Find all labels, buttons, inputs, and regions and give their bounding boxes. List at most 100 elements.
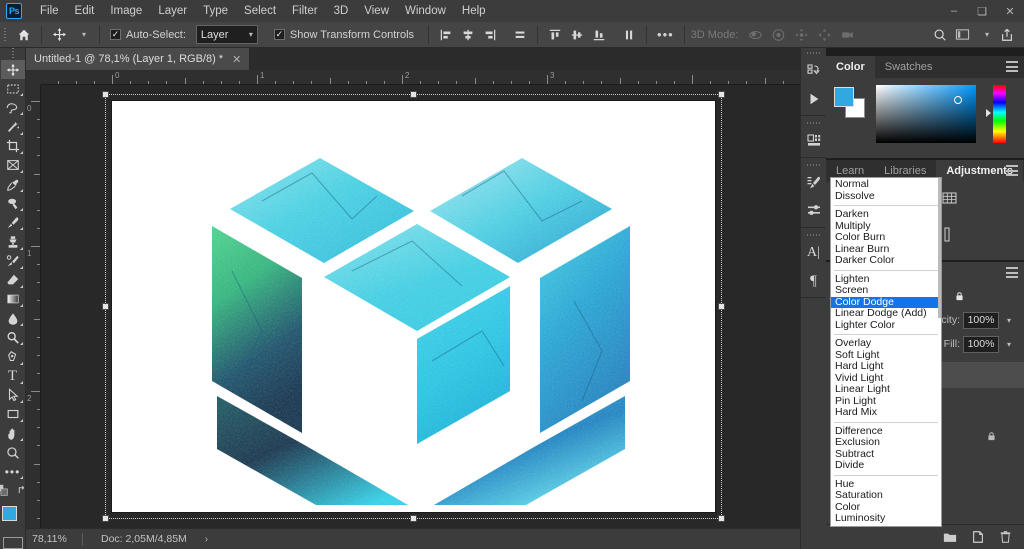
new-group-icon[interactable] <box>943 531 957 544</box>
menu-item-layer[interactable]: Layer <box>150 0 195 22</box>
brush-settings-panel-icon[interactable] <box>801 169 827 197</box>
align-vertical-centers-icon[interactable] <box>566 24 588 46</box>
show-transform-controls-checkbox[interactable]: ✓ Show Transform Controls <box>270 24 418 46</box>
blend-mode-item-screen[interactable]: Screen <box>831 284 941 297</box>
transform-handle-tc[interactable] <box>410 91 417 98</box>
hue-slider[interactable] <box>986 85 1006 143</box>
artboard[interactable] <box>112 101 715 512</box>
sidebar-item-dodge-tool[interactable] <box>1 328 25 347</box>
align-left-edges-icon[interactable] <box>435 24 457 46</box>
menu-item-filter[interactable]: Filter <box>284 0 326 22</box>
adjustment-grid-icon[interactable] <box>942 190 1024 209</box>
blend-mode-item-color-burn[interactable]: Color Burn <box>831 231 941 244</box>
color-field[interactable] <box>876 85 976 143</box>
sidebar-item-zoom-tool[interactable] <box>1 443 25 462</box>
sidebar-item-healing-brush-tool[interactable] <box>1 194 25 213</box>
menu-item-image[interactable]: Image <box>102 0 150 22</box>
move-tool-icon[interactable] <box>48 24 71 46</box>
search-icon[interactable] <box>929 24 951 46</box>
sidebar-item-marquee-tool[interactable] <box>1 79 25 98</box>
edit-toolbar-button[interactable]: ••• <box>1 462 25 481</box>
blend-mode-item-divide[interactable]: Divide <box>831 459 941 472</box>
foreground-color-swatch[interactable] <box>834 87 854 107</box>
status-menu-arrow-icon[interactable]: › <box>205 534 208 545</box>
opacity-value[interactable]: 100% <box>963 311 999 329</box>
sidebar-item-clone-stamp-tool[interactable] <box>1 232 25 251</box>
transform-handle-tl[interactable] <box>102 91 109 98</box>
blend-mode-item-overlay[interactable]: Overlay <box>831 337 941 350</box>
menu-item-edit[interactable]: Edit <box>67 0 103 22</box>
distribute-vertical-icon[interactable] <box>618 24 640 46</box>
adjustment-levels-icon[interactable] <box>942 227 1024 246</box>
color-swatches[interactable] <box>0 504 26 531</box>
history-panel-icon[interactable] <box>801 57 827 85</box>
tab-swatches[interactable]: Swatches <box>875 56 943 78</box>
restore-button[interactable]: ❑ <box>968 0 996 22</box>
fill-value[interactable]: 100% <box>963 335 999 353</box>
paragraph-panel-icon[interactable]: ¶ <box>801 267 827 295</box>
sidebar-item-gradient-tool[interactable] <box>1 290 25 309</box>
sidebar-item-brush-tool[interactable] <box>1 213 25 232</box>
fill-chevron-down-icon[interactable]: ▾ <box>1002 336 1016 353</box>
rail-grip[interactable] <box>801 230 827 239</box>
menu-item-3d[interactable]: 3D <box>326 0 357 22</box>
sidebar-item-eyedropper-tool[interactable] <box>1 175 25 194</box>
auto-select-checkbox[interactable]: ✓ Auto-Select: <box>106 24 190 46</box>
transform-handle-bl[interactable] <box>102 515 109 522</box>
sidebar-item-blur-tool[interactable] <box>1 309 25 328</box>
quick-mask-toggle[interactable] <box>2 536 23 549</box>
panel-menu-icon[interactable] <box>1006 61 1018 72</box>
menu-item-type[interactable]: Type <box>195 0 236 22</box>
sidebar-item-crop-tool[interactable] <box>1 137 25 156</box>
rail-grip[interactable] <box>801 118 827 127</box>
menu-item-view[interactable]: View <box>356 0 397 22</box>
align-horizontal-centers-icon[interactable] <box>457 24 479 46</box>
blend-mode-item-linear-light[interactable]: Linear Light <box>831 383 941 396</box>
blend-mode-item-hard-mix[interactable]: Hard Mix <box>831 406 941 419</box>
blend-mode-item-normal[interactable]: Normal <box>831 178 941 191</box>
vertical-ruler[interactable]: 0 1 2 <box>26 85 41 528</box>
hue-slider-handle[interactable] <box>986 109 991 117</box>
blend-mode-item-darker-color[interactable]: Darker Color <box>831 254 941 267</box>
sidebar-item-path-selection-tool[interactable] <box>1 386 25 405</box>
tab-color[interactable]: Color <box>826 56 875 78</box>
transform-handle-bc[interactable] <box>410 515 417 522</box>
rail-grip[interactable] <box>801 48 827 57</box>
menu-item-select[interactable]: Select <box>236 0 284 22</box>
align-bottom-edges-icon[interactable] <box>588 24 610 46</box>
align-top-edges-icon[interactable] <box>544 24 566 46</box>
foreground-color-swatch[interactable] <box>1 506 17 522</box>
horizontal-ruler[interactable]: 0 1 2 3 <box>26 70 800 85</box>
transform-handle-mr[interactable] <box>718 303 725 310</box>
opacity-chevron-down-icon[interactable]: ▾ <box>1002 312 1016 329</box>
minimize-button[interactable]: – <box>940 0 968 22</box>
transform-handle-ml[interactable] <box>102 303 109 310</box>
blend-mode-dropdown[interactable]: Normal Dissolve Darken Multiply Color Burn Li… <box>830 177 942 527</box>
character-panel-icon[interactable]: A| <box>801 239 827 267</box>
workspace-icon[interactable] <box>951 24 974 46</box>
sidebar-item-type-tool[interactable]: T <box>1 367 25 386</box>
default-colors-icon[interactable] <box>0 484 9 500</box>
blend-mode-item-saturation[interactable]: Saturation <box>831 489 941 502</box>
sidebar-item-eraser-tool[interactable] <box>1 271 25 290</box>
blend-mode-item-lighter-color[interactable]: Lighter Color <box>831 319 941 332</box>
blend-mode-item-exclusion[interactable]: Exclusion <box>831 436 941 449</box>
document-tab[interactable]: Untitled-1 @ 78,1% (Layer 1, RGB/8) * ✕ <box>26 48 251 70</box>
panel-menu-icon[interactable] <box>1006 165 1018 176</box>
sidebar-item-rectangle-tool[interactable] <box>1 405 25 424</box>
sidebar-item-move-tool[interactable] <box>0 60 25 80</box>
move-tool-preset-caret[interactable]: ▾ <box>71 24 93 46</box>
menu-item-help[interactable]: Help <box>454 0 494 22</box>
sidebar-item-pen-tool[interactable] <box>1 347 25 366</box>
color-field-cursor[interactable] <box>954 96 962 104</box>
blend-mode-item-dissolve[interactable]: Dissolve <box>831 190 941 203</box>
auto-select-scope-dropdown[interactable]: Layer ▾ <box>195 25 258 44</box>
panel-menu-icon[interactable] <box>1006 267 1018 278</box>
chevron-down-icon[interactable]: ▾ <box>974 24 996 46</box>
sidebar-item-history-brush-tool[interactable] <box>1 252 25 271</box>
tools-panel-grip[interactable] <box>8 50 17 60</box>
blend-mode-item-linear-dodge-add[interactable]: Linear Dodge (Add) <box>831 307 941 320</box>
zoom-level[interactable]: 78,11% <box>26 533 82 545</box>
brushes-panel-icon[interactable] <box>801 197 827 225</box>
menu-item-window[interactable]: Window <box>397 0 454 22</box>
